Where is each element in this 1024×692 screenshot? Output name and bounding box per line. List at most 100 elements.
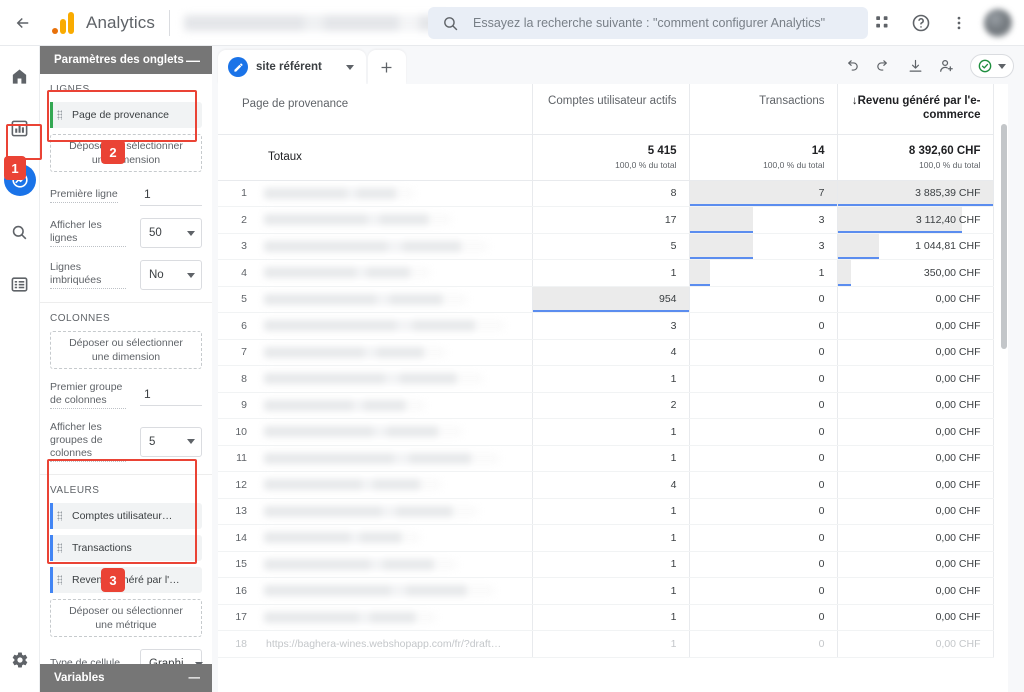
row-dimension-cell[interactable] <box>258 498 533 525</box>
scrollbar-thumb[interactable] <box>1001 124 1007 349</box>
columns-dropzone[interactable]: Déposer ou sélectionner une dimension <box>50 331 202 369</box>
table-row[interactable]: 5 954 0 0,00 CHF <box>218 286 994 313</box>
rail-item-advertising[interactable] <box>4 216 36 248</box>
columns-section-title: COLONNES <box>50 313 111 324</box>
row-dimension-cell[interactable] <box>258 206 533 234</box>
rail-item-reports[interactable] <box>4 112 36 144</box>
columns-section: COLONNES Déposer ou sélectionner une dim… <box>40 303 212 475</box>
show-column-groups-control: Afficher les groupes de colonnes 5 <box>50 421 202 462</box>
table-row[interactable]: 2 17 3 3 112,40 CHF <box>218 206 994 234</box>
table-row[interactable]: 4 1 1 350,00 CHF <box>218 259 994 287</box>
row-dimension-cell[interactable] <box>258 471 533 499</box>
totals-users-sub: 100,0 % du total <box>615 159 677 170</box>
row-users-cell: 4 <box>532 471 690 499</box>
table-row[interactable]: 13 1 0 0,00 CHF <box>218 498 994 525</box>
row-dimension-cell[interactable] <box>258 604 533 631</box>
row-dimension-cell[interactable] <box>258 418 533 446</box>
row-transactions-cell: 0 <box>689 471 838 499</box>
avatar[interactable] <box>984 9 1012 37</box>
variables-panel-header[interactable]: Variables — <box>40 664 212 692</box>
table-row[interactable]: 18 https://baghera-wines.webshopapp.com/f… <box>218 630 994 658</box>
col-header-revenue[interactable]: ↓Revenu généré par l'e-commerce <box>837 84 994 135</box>
table-row[interactable]: 7 4 0 0,00 CHF <box>218 339 994 366</box>
share-status-pill[interactable] <box>970 54 1014 78</box>
undo-icon <box>847 59 858 71</box>
vertical-scrollbar[interactable] <box>1000 84 1008 692</box>
row-dimension-cell[interactable] <box>258 180 533 207</box>
search-input[interactable] <box>473 16 854 30</box>
account-property-selector[interactable] <box>183 14 454 31</box>
cell-value: 1 <box>670 505 677 518</box>
table-row[interactable]: 14 1 0 0,00 CHF <box>218 524 994 552</box>
drag-handle-icon[interactable] <box>57 575 62 585</box>
table-row[interactable]: 1 8 7 3 885,39 CHF <box>218 180 994 207</box>
rail-item-configure[interactable] <box>4 268 36 300</box>
rows-chip-page-de-provenance[interactable]: Page de provenance <box>50 102 202 128</box>
row-users-cell: 1 <box>532 259 690 287</box>
table-row[interactable]: 16 1 0 0,00 CHF <box>218 577 994 605</box>
cell-value: 0,00 CHF <box>935 584 981 597</box>
values-chip-transactions[interactable]: Transactions <box>50 535 202 561</box>
table-row[interactable]: 17 1 0 0,00 CHF <box>218 604 994 631</box>
back-button[interactable] <box>0 0 46 46</box>
table-row[interactable]: 3 5 3 1 044,81 CHF <box>218 233 994 260</box>
col-header-transactions[interactable]: Transactions <box>689 84 838 135</box>
tab-site-referent[interactable]: site référent <box>218 50 366 84</box>
row-dimension-cell[interactable] <box>258 524 533 552</box>
show-rows-select[interactable]: 50 <box>140 218 202 248</box>
row-dimension-cell[interactable]: https://baghera-wines.webshopapp.com/fr/… <box>258 630 533 658</box>
table-row[interactable]: 11 1 0 0,00 CHF <box>218 445 994 472</box>
row-dimension-cell[interactable] <box>258 286 533 313</box>
nested-rows-select[interactable]: No <box>140 260 202 290</box>
row-transactions-cell: 0 <box>689 604 838 631</box>
global-search-box[interactable] <box>428 7 868 39</box>
values-chip-comptes-utilisateur[interactable]: Comptes utilisateur… <box>50 503 202 529</box>
row-dimension-cell[interactable] <box>258 312 533 340</box>
row-dimension-cell[interactable] <box>258 445 533 472</box>
admin-gear-button[interactable] <box>11 651 29 674</box>
row-dimension-cell[interactable] <box>258 339 533 366</box>
drag-handle-icon[interactable] <box>57 511 62 521</box>
plus-icon <box>381 62 392 72</box>
col-header-dimension[interactable]: Page de provenance <box>218 84 533 135</box>
cell-value: 3 <box>670 319 677 332</box>
rows-dropzone[interactable]: Déposer ou sélectionner une dimension <box>50 134 202 172</box>
variables-minimize-button[interactable]: — <box>189 672 201 684</box>
values-chip-revenu[interactable]: Revenu généré par l'… <box>50 567 202 593</box>
share-button[interactable] <box>936 55 958 77</box>
add-tab-button[interactable] <box>367 50 406 84</box>
chevron-down-icon[interactable] <box>345 64 354 70</box>
rail-item-home[interactable] <box>4 60 36 92</box>
table-row[interactable]: 8 1 0 0,00 CHF <box>218 365 994 393</box>
panel-minimize-button[interactable]: — <box>186 53 200 67</box>
table-row[interactable]: 10 1 0 0,00 CHF <box>218 418 994 446</box>
table-row[interactable]: 12 4 0 0,00 CHF <box>218 471 994 499</box>
help-circle-icon[interactable] <box>904 6 938 40</box>
search-badge-icon <box>12 225 27 239</box>
row-dimension-cell[interactable] <box>258 259 533 287</box>
col-header-users[interactable]: Comptes utilisateur actifs <box>532 84 690 135</box>
more-vertical-icon[interactable] <box>942 6 976 40</box>
show-rows-value: 50 <box>149 227 162 239</box>
values-dropzone[interactable]: Déposer ou sélectionner une métrique <box>50 599 202 637</box>
download-button[interactable] <box>904 55 926 77</box>
redo-button[interactable] <box>872 55 894 77</box>
report-canvas: Page de provenance Comptes utilisateur a… <box>218 84 1008 692</box>
drag-handle-icon[interactable] <box>57 110 62 120</box>
row-dimension-cell[interactable] <box>258 392 533 419</box>
undo-button[interactable] <box>840 55 862 77</box>
row-dimension-cell[interactable] <box>258 365 533 393</box>
table-row[interactable]: 15 1 0 0,00 CHF <box>218 551 994 578</box>
row-dimension-cell[interactable] <box>258 233 533 260</box>
apps-grid-icon[interactable] <box>866 6 900 40</box>
show-column-groups-select[interactable]: 5 <box>140 426 202 457</box>
cell-value: 0,00 CHF <box>935 293 981 306</box>
first-column-group-input[interactable]: 1 <box>140 384 202 406</box>
row-revenue-cell: 0,00 CHF <box>837 312 994 340</box>
drag-handle-icon[interactable] <box>57 543 62 553</box>
row-dimension-cell[interactable] <box>258 577 533 605</box>
first-row-input[interactable]: 1 <box>140 184 202 206</box>
table-row[interactable]: 9 2 0 0,00 CHF <box>218 392 994 419</box>
row-dimension-cell[interactable] <box>258 551 533 578</box>
table-row[interactable]: 6 3 0 0,00 CHF <box>218 312 994 340</box>
